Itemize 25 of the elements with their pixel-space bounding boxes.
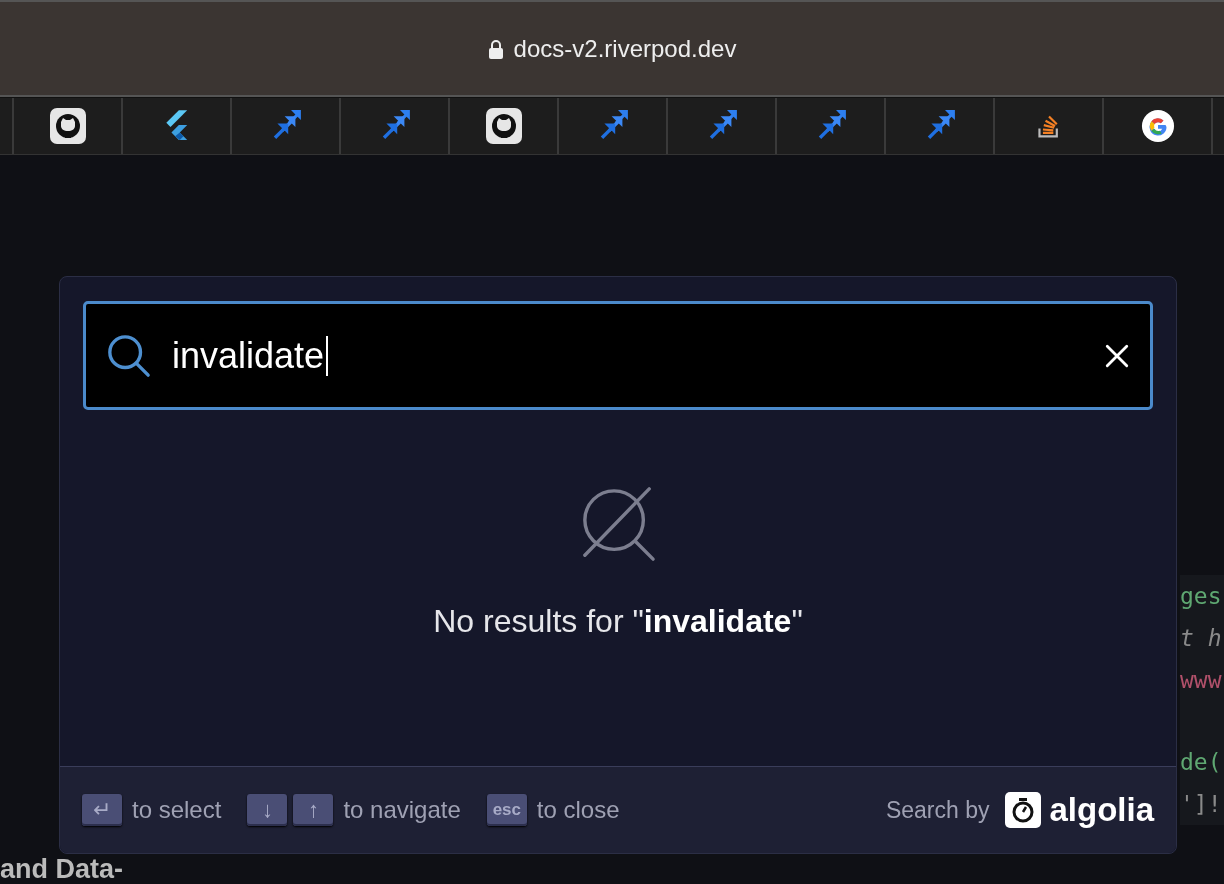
g-logo-icon (1140, 109, 1175, 143)
code-line: www (1180, 666, 1223, 695)
code-line: t h (1180, 624, 1223, 653)
search-field[interactable]: invalidate (83, 301, 1153, 410)
keyboard-key: ↓ (247, 794, 288, 826)
algolia-logo[interactable]: algolia (1005, 791, 1154, 829)
octocat-icon (49, 108, 86, 144)
octocat-icon (485, 108, 522, 144)
hint-label: to navigate (343, 796, 461, 824)
keyboard-key: ↑ (293, 794, 334, 826)
search-by-label: Search by (885, 796, 990, 824)
code-line: ']! (1180, 790, 1223, 819)
hint-label: to close (536, 796, 620, 824)
no-results-message: No results for "invalidate" (433, 603, 803, 640)
query-text: invalidate (172, 334, 325, 377)
bookmark-tab[interactable] (1102, 98, 1213, 154)
page-heading: and Data- (0, 855, 124, 884)
keyboard-key: esc (486, 794, 527, 826)
keyboard-key: ↵ (82, 794, 122, 826)
address-text[interactable]: docs-v2.riverpod.dev (513, 34, 737, 63)
hint-label: to select (132, 796, 222, 824)
code-line: de( (1180, 748, 1223, 777)
code-line: ges (1180, 582, 1223, 611)
clear-icon[interactable] (1104, 342, 1130, 369)
search-icon (106, 332, 152, 379)
